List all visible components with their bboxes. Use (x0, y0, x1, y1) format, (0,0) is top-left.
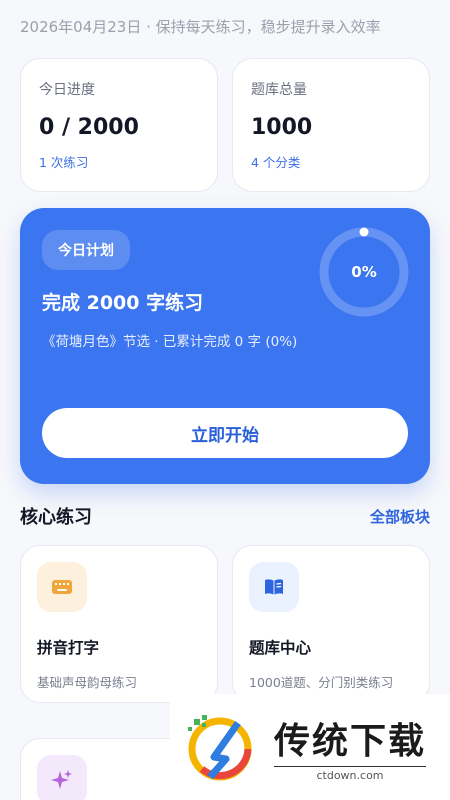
watermark-domain: ctdown.com (274, 766, 427, 782)
stat-label: 题库总量 (251, 82, 307, 98)
sparkle-icon (37, 755, 87, 800)
stat-value: 1000 (251, 115, 313, 140)
progress-percent: 0% (351, 263, 377, 281)
stat-label: 今日进度 (39, 82, 95, 98)
core-practice-header: 核心练习 全部板块 (20, 502, 430, 530)
keyboard-icon (37, 562, 87, 612)
plan-badge: 今日计划 (42, 230, 130, 270)
stat-value: 0 / 2000 (39, 115, 139, 140)
watermark-overlay: 传统下载 ctdown.com (170, 694, 450, 800)
start-now-button[interactable]: 立即开始 (42, 408, 408, 458)
question-bank-total-card[interactable]: 题库总量 1000 4 个分类 (232, 58, 430, 192)
question-bank-card[interactable]: 题库中心 1000道题、分门别类练习 (232, 545, 430, 703)
feature-title: 拼音打字 (37, 639, 100, 657)
all-sections-link[interactable]: 全部板块 (370, 506, 430, 527)
watermark-brand: 传统下载 (274, 721, 427, 762)
feature-desc: 1000道题、分门别类练习 (249, 675, 394, 690)
stat-sub: 1 次练习 (39, 155, 89, 170)
stat-sub: 4 个分类 (251, 155, 301, 170)
plan-description: 《荷塘月色》节选 · 已累计完成 0 字 (0%) (42, 334, 298, 350)
ctdown-logo-icon (188, 715, 252, 781)
feature-title: 题库中心 (249, 639, 312, 657)
section-title: 核心练习 (20, 507, 92, 528)
pinyin-typing-card[interactable]: 拼音打字 基础声母韵母练习 (20, 545, 218, 703)
date-motto: 2026年04月23日 · 保持每天练习，稳步提升录入效率 (20, 18, 381, 36)
feature-desc: 基础声母韵母练习 (37, 675, 138, 690)
today-progress-card[interactable]: 今日进度 0 / 2000 1 次练习 (20, 58, 218, 192)
today-plan-card: 今日计划 完成 2000 字练习 《荷塘月色》节选 · 已累计完成 0 字 (0… (20, 208, 430, 484)
book-icon (249, 562, 299, 612)
